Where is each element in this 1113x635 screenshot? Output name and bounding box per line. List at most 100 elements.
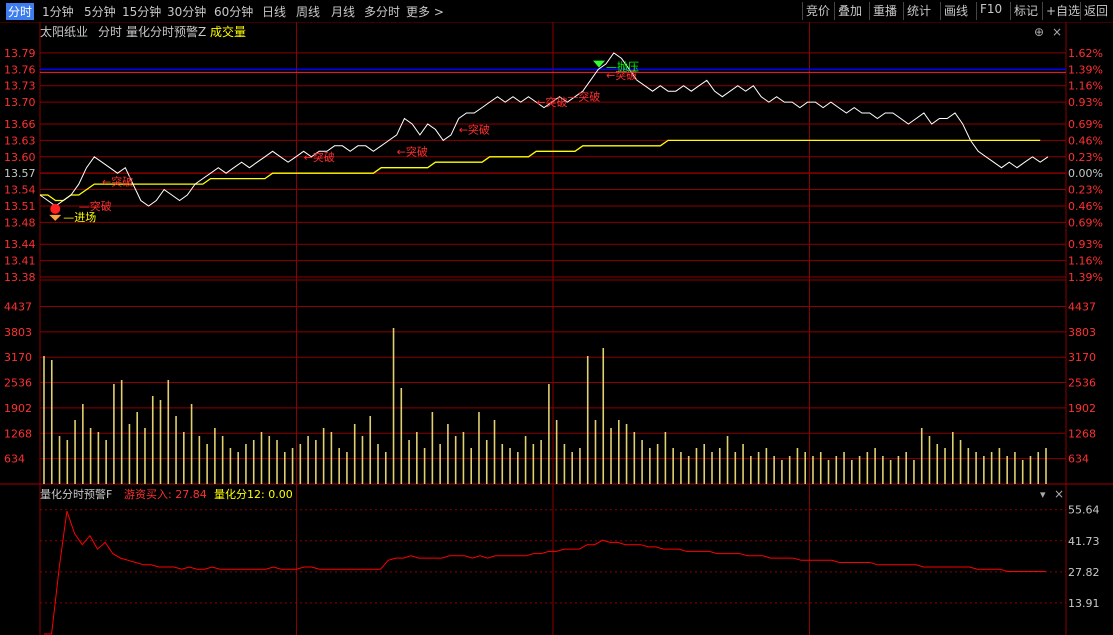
intraday-chart: 太阳纸业 分时 量化分时预警Z 成交量 ⊕ × 13.79 1.62% 13.76 1.39% 13… — [0, 22, 1113, 635]
indicator-tick-label: 41.73 — [1068, 535, 1100, 548]
tab-4[interactable]: 30分钟 — [167, 3, 206, 20]
indicator-value-2: 量化分12: 0.00 — [214, 487, 293, 501]
pct-tick-label: 0.46% — [1068, 200, 1103, 213]
volume-tick-label-right: 634 — [1068, 453, 1089, 466]
toolbar-separator — [834, 2, 835, 20]
price-tick-label: 13.66 — [4, 118, 36, 131]
toolbar-button-3[interactable]: 统计 — [907, 2, 931, 19]
volume-tick-label-right: 1268 — [1068, 427, 1096, 440]
volume-tick-label: 3170 — [4, 351, 32, 364]
price-tick-label: 13.63 — [4, 134, 36, 147]
entry-marker-icon — [49, 214, 62, 221]
toolbar-separator — [1080, 2, 1081, 20]
pct-tick-label: 0.46% — [1068, 134, 1103, 147]
indicator-tick-label: 27.82 — [1068, 566, 1100, 579]
tab-7[interactable]: 周线 — [296, 3, 320, 20]
pct-tick-label: 0.93% — [1068, 238, 1103, 251]
entry-marker-icon — [50, 203, 61, 214]
indicator-panel-title: 量化分时预警F — [40, 487, 112, 501]
price-tick-label: 13.70 — [4, 96, 36, 109]
zoom-icon: ⊕ — [1034, 25, 1044, 39]
indicator-value-1: 游资买入: 27.84 — [124, 488, 207, 501]
toolbar-button-0[interactable]: 竞价 — [806, 2, 830, 19]
volume-tick-label-right: 4437 — [1068, 301, 1096, 314]
tab-1[interactable]: 1分钟 — [42, 3, 74, 20]
pct-tick-label: 1.62% — [1068, 47, 1103, 60]
volume-tick-label: 3803 — [4, 326, 32, 339]
annotation-label: ←突破 — [102, 174, 133, 188]
tab-10[interactable]: 更多 > — [406, 3, 444, 20]
annotation-label: ←突破 — [304, 150, 335, 164]
toolbar-separator — [976, 2, 977, 20]
annotation-label: —突破 — [79, 199, 112, 213]
volume-label: 成交量 — [210, 24, 246, 39]
toolbar-button-8[interactable]: 返回 — [1084, 2, 1108, 19]
tab-8[interactable]: 月线 — [331, 3, 355, 20]
price-tick-label: 13.51 — [4, 200, 36, 213]
price-tick-label: 13.44 — [4, 238, 36, 251]
price-tick-label: 13.73 — [4, 80, 36, 93]
close-icon: × — [1054, 487, 1064, 501]
toolbar-separator — [1010, 2, 1011, 20]
annotation-label: ←突破 — [536, 95, 567, 109]
tab-3[interactable]: 15分钟 — [122, 3, 161, 20]
volume-tick-label: 2536 — [4, 377, 32, 390]
pct-tick-label: 1.16% — [1068, 255, 1103, 268]
volume-tick-label: 1268 — [4, 427, 32, 440]
annotation-label: —抛压 — [606, 60, 639, 74]
tab-6[interactable]: 日线 — [262, 3, 286, 20]
pct-tick-label: 0.23% — [1068, 184, 1103, 197]
indicator-label: 量化分时预警Z — [126, 24, 206, 39]
annotation-label: ←突破 — [397, 144, 428, 158]
toolbar-button-2[interactable]: 重播 — [873, 2, 897, 19]
toolbar-button-1[interactable]: 叠加 — [838, 2, 862, 19]
volume-tick-label: 634 — [4, 453, 25, 466]
tab-2[interactable]: 5分钟 — [84, 3, 116, 20]
pct-tick-label: 0.00% — [1068, 167, 1103, 180]
price-tick-label: 13.54 — [4, 184, 36, 197]
price-tick-label: 13.38 — [4, 271, 36, 284]
price-tick-label: 13.76 — [4, 63, 36, 76]
indicator-line — [44, 511, 1046, 635]
price-tick-label: 13.79 — [4, 47, 36, 60]
toolbar-separator — [940, 2, 941, 20]
tab-0[interactable]: 分时 — [6, 3, 35, 20]
dropdown-icon: ▾ — [1040, 488, 1046, 501]
pct-tick-label: 1.16% — [1068, 80, 1103, 93]
price-tick-label: 13.48 — [4, 216, 36, 229]
close-icon: × — [1052, 25, 1062, 39]
stock-name: 太阳纸业 — [40, 24, 88, 39]
toolbar-button-4[interactable]: 画线 — [944, 2, 968, 19]
price-tick-label: 13.57 — [4, 167, 36, 180]
volume-tick-label-right: 1902 — [1068, 402, 1096, 415]
annotation-label: —突破 — [567, 90, 600, 104]
pressure-marker-icon — [593, 60, 606, 68]
toolbar-button-7[interactable]: +自选 — [1046, 2, 1080, 19]
mode-label: 分时 — [98, 25, 122, 39]
toolbar-button-5[interactable]: F10 — [980, 2, 1002, 16]
volume-tick-label-right: 3170 — [1068, 351, 1096, 364]
toolbar-separator — [869, 2, 870, 20]
volume-tick-label: 1902 — [4, 402, 32, 415]
indicator-tick-label: 13.91 — [1068, 597, 1100, 610]
tab-9[interactable]: 多分时 — [364, 3, 400, 20]
price-tick-label: 13.41 — [4, 255, 36, 268]
toolbar-separator — [1042, 2, 1043, 20]
indicator-tick-label: 55.64 — [1068, 504, 1100, 517]
pct-tick-label: 0.23% — [1068, 151, 1103, 164]
pct-tick-label: 1.39% — [1068, 63, 1103, 76]
volume-tick-label-right: 2536 — [1068, 377, 1096, 390]
toolbar-separator — [802, 2, 803, 20]
price-line — [39, 52, 1049, 207]
price-tick-label: 13.60 — [4, 151, 36, 164]
pct-tick-label: 0.69% — [1068, 216, 1103, 229]
volume-tick-label-right: 3803 — [1068, 326, 1096, 339]
annotation-label: ←突破 — [459, 122, 490, 136]
volume-tick-label: 4437 — [4, 301, 32, 314]
toolbar-button-6[interactable]: 标记 — [1014, 2, 1038, 19]
tab-5[interactable]: 60分钟 — [214, 3, 253, 20]
pct-tick-label: 0.93% — [1068, 96, 1103, 109]
toolbar-separator — [903, 2, 904, 20]
pct-tick-label: 0.69% — [1068, 118, 1103, 131]
pct-tick-label: 1.39% — [1068, 271, 1103, 284]
